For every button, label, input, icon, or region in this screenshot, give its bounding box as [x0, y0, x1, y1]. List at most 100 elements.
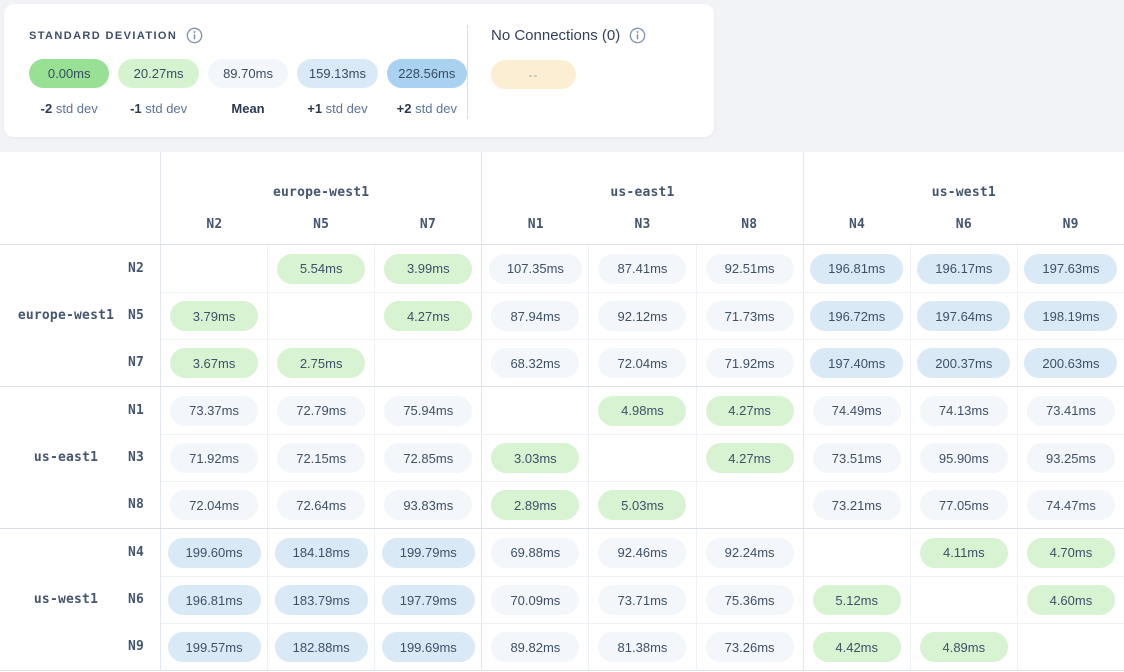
latency-cell: 199.60ms	[161, 529, 267, 576]
latency-pill[interactable]: 184.18ms	[275, 538, 368, 568]
info-icon[interactable]	[629, 27, 646, 44]
latency-cell: 93.83ms	[374, 482, 481, 528]
latency-pill[interactable]: 4.27ms	[706, 396, 794, 426]
latency-pill[interactable]: 199.79ms	[382, 538, 475, 568]
latency-cell: 73.41ms	[1017, 387, 1124, 434]
latency-pill[interactable]: 197.40ms	[810, 348, 903, 378]
latency-pill[interactable]: 93.83ms	[384, 490, 472, 520]
latency-pill[interactable]: 4.60ms	[1027, 585, 1115, 615]
latency-cell: 2.89ms	[481, 482, 588, 528]
latency-pill[interactable]: 197.79ms	[382, 585, 475, 615]
latency-pill[interactable]: 71.73ms	[706, 301, 794, 331]
latency-pill[interactable]: 89.82ms	[491, 632, 579, 662]
latency-pill[interactable]: 71.92ms	[170, 443, 258, 473]
latency-pill[interactable]: 73.26ms	[706, 632, 794, 662]
matrix-corner-cell	[0, 152, 161, 244]
latency-cell	[1017, 624, 1124, 670]
latency-pill[interactable]: 5.12ms	[813, 585, 901, 615]
latency-cell: 3.99ms	[374, 245, 481, 292]
latency-pill[interactable]: 4.27ms	[384, 301, 472, 331]
latency-pill[interactable]: 68.32ms	[491, 348, 579, 378]
latency-cell: 75.94ms	[374, 387, 481, 434]
latency-pill[interactable]: 5.54ms	[277, 254, 365, 284]
latency-pill[interactable]: 75.94ms	[384, 396, 472, 426]
latency-cell: 3.67ms	[161, 340, 267, 386]
latency-pill[interactable]: 2.75ms	[277, 348, 365, 378]
latency-pill[interactable]: 71.92ms	[706, 348, 794, 378]
info-icon[interactable]	[186, 27, 203, 44]
latency-pill[interactable]: 196.81ms	[168, 585, 261, 615]
latency-pill[interactable]: 182.88ms	[275, 632, 368, 662]
latency-pill[interactable]: 199.69ms	[382, 632, 475, 662]
latency-pill[interactable]: 75.36ms	[706, 585, 794, 615]
latency-pill[interactable]: 200.37ms	[917, 348, 1010, 378]
latency-pill[interactable]: 4.42ms	[813, 632, 901, 662]
latency-pill[interactable]: 4.98ms	[598, 396, 686, 426]
latency-pill[interactable]: 2.89ms	[491, 490, 579, 520]
latency-pill[interactable]: 197.64ms	[917, 301, 1010, 331]
latency-pill[interactable]: 70.09ms	[491, 585, 579, 615]
latency-pill[interactable]: 81.38ms	[598, 632, 686, 662]
row-group-us-west1: us-west1N4N6N9199.60ms 184.18ms 199.79ms 69…	[0, 528, 1124, 671]
row-group-header: us-west1N4N6N9	[0, 529, 161, 670]
latency-cell: 196.81ms	[161, 577, 267, 623]
latency-pill[interactable]: 196.17ms	[917, 254, 1010, 284]
latency-pill[interactable]: 93.25ms	[1027, 443, 1115, 473]
latency-cell: 5.03ms	[588, 482, 695, 528]
latency-cell: 89.82ms	[481, 624, 588, 670]
latency-pill[interactable]: 196.81ms	[810, 254, 903, 284]
latency-pill[interactable]: 3.03ms	[491, 443, 579, 473]
latency-pill[interactable]: 4.11ms	[920, 538, 1008, 568]
latency-pill[interactable]: 72.15ms	[277, 443, 365, 473]
latency-pill[interactable]: 3.99ms	[384, 254, 472, 284]
latency-pill[interactable]: 73.41ms	[1027, 396, 1115, 426]
latency-pill[interactable]: 95.90ms	[920, 443, 1008, 473]
latency-pill[interactable]: 72.64ms	[277, 490, 365, 520]
latency-pill[interactable]: 72.04ms	[598, 348, 686, 378]
latency-pill[interactable]: 4.89ms	[920, 632, 1008, 662]
latency-pill[interactable]: 4.70ms	[1027, 538, 1115, 568]
row-group-us-east1: us-east1N1N3N873.37ms72.79ms75.94ms4.98m…	[0, 386, 1124, 528]
legend-pill-label: Mean	[208, 101, 288, 116]
latency-pill[interactable]: 72.79ms	[277, 396, 365, 426]
latency-pill[interactable]: 3.67ms	[170, 348, 258, 378]
latency-cell: 4.27ms	[696, 387, 803, 434]
latency-pill[interactable]: 73.21ms	[813, 490, 901, 520]
latency-pill[interactable]: 74.13ms	[920, 396, 1008, 426]
latency-pill[interactable]: 74.47ms	[1027, 490, 1115, 520]
legend-label-prefix: -1	[130, 101, 142, 116]
latency-pill[interactable]: 92.12ms	[598, 301, 686, 331]
latency-pill[interactable]: 92.46ms	[598, 538, 686, 568]
latency-pill[interactable]: 196.72ms	[810, 301, 903, 331]
latency-cell	[374, 340, 481, 386]
latency-cell: 197.79ms	[374, 577, 481, 623]
latency-pill[interactable]: 199.57ms	[168, 632, 261, 662]
latency-pill[interactable]: 198.19ms	[1024, 301, 1117, 331]
latency-pill[interactable]: 3.79ms	[170, 301, 258, 331]
latency-cell: 184.18ms	[267, 529, 374, 576]
latency-pill[interactable]: 107.35ms	[489, 254, 582, 284]
latency-pill[interactable]: 5.03ms	[598, 490, 686, 520]
latency-cell: 72.04ms	[161, 482, 267, 528]
latency-pill[interactable]: 74.49ms	[813, 396, 901, 426]
latency-pill[interactable]: 72.04ms	[170, 490, 258, 520]
latency-pill[interactable]: 72.85ms	[384, 443, 472, 473]
header-node-n5: N5	[268, 217, 375, 232]
latency-pill[interactable]: 87.94ms	[491, 301, 579, 331]
latency-pill[interactable]: 200.63ms	[1024, 348, 1117, 378]
latency-pill[interactable]: 92.51ms	[706, 254, 794, 284]
latency-pill[interactable]: 92.24ms	[706, 538, 794, 568]
latency-cell: 73.37ms	[161, 387, 267, 434]
latency-pill[interactable]: 73.71ms	[598, 585, 686, 615]
latency-pill[interactable]: 73.51ms	[813, 443, 901, 473]
latency-pill[interactable]: 4.27ms	[706, 443, 794, 473]
latency-pill[interactable]: 87.41ms	[598, 254, 686, 284]
header-group-us-west1: us-west1N4N6N9	[803, 152, 1124, 244]
latency-pill[interactable]: 197.63ms	[1024, 254, 1117, 284]
latency-cell: 73.21ms	[803, 482, 910, 528]
latency-pill[interactable]: 69.88ms	[491, 538, 579, 568]
latency-pill[interactable]: 199.60ms	[168, 538, 261, 568]
latency-pill[interactable]: 77.05ms	[920, 490, 1008, 520]
latency-pill[interactable]: 183.79ms	[275, 585, 368, 615]
latency-pill[interactable]: 73.37ms	[170, 396, 258, 426]
